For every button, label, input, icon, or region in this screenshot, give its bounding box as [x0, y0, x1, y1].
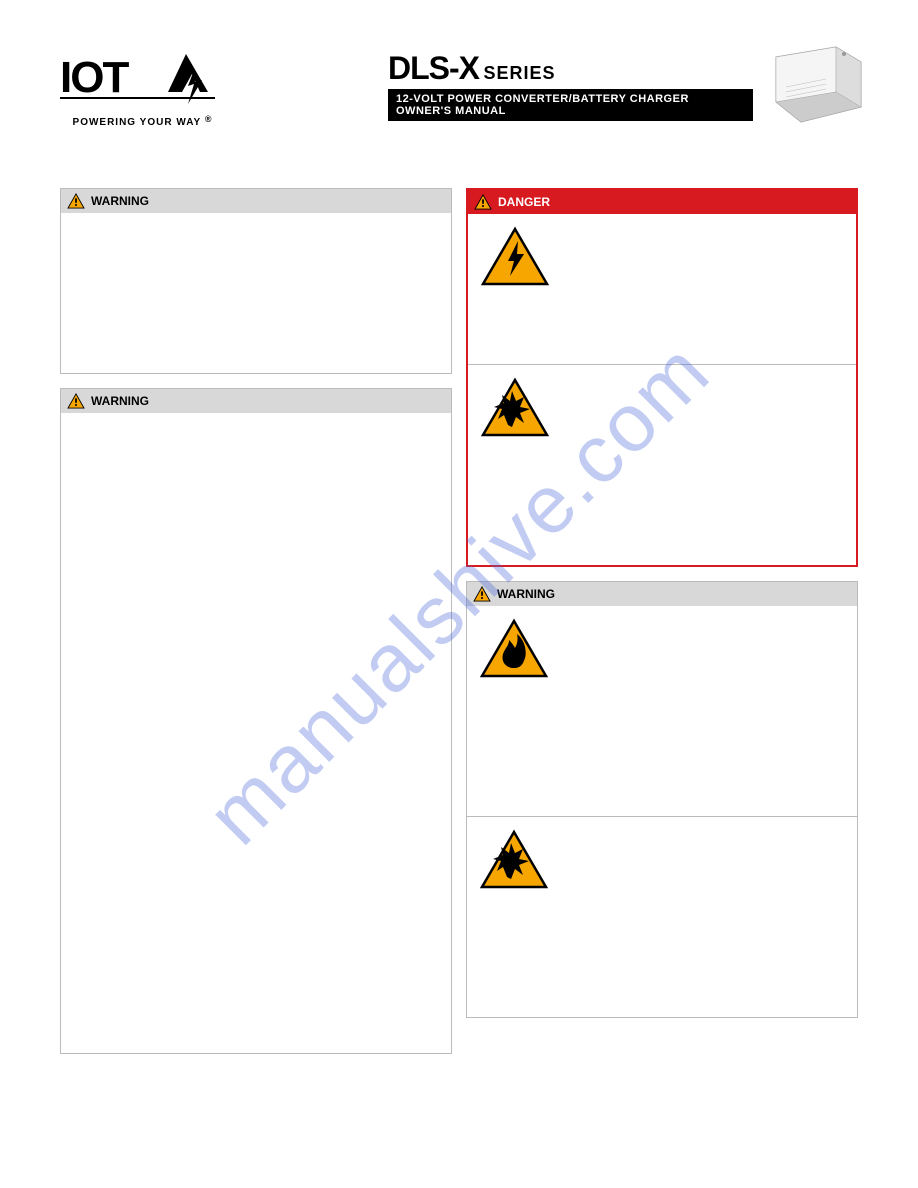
- danger-box: DANGER: [466, 188, 858, 567]
- danger-box-header: DANGER: [468, 190, 856, 214]
- danger-box-label: DANGER: [498, 195, 550, 209]
- product-title: DLS-X: [388, 50, 479, 86]
- alert-triangle-icon: [473, 586, 491, 602]
- alert-triangle-icon: [67, 193, 85, 209]
- product-series: SERIES: [483, 63, 555, 83]
- iota-logo-icon: IOT: [60, 50, 225, 110]
- warning-box-1-header: WARNING: [61, 189, 451, 213]
- document-header: IOT POWERING YOUR WAY ® DLS-X SERIES 12-…: [60, 50, 858, 128]
- subtitle-line-2: OWNER'S MANUAL: [396, 105, 745, 117]
- electric-shock-hazard-icon: [480, 226, 550, 288]
- subtitle-bar: 12-VOLT POWER CONVERTER/BATTERY CHARGER …: [388, 89, 753, 121]
- svg-text:IOT: IOT: [60, 53, 129, 102]
- right-column: DANGER: [466, 188, 858, 1054]
- warning-box-2-label: WARNING: [91, 394, 149, 408]
- left-column: WARNING WARNING: [60, 188, 452, 1054]
- page-container: manualshive.com IOT POWERING YOUR WAY ® …: [0, 0, 918, 1188]
- product-title-block: DLS-X SERIES 12-VOLT POWER CONVERTER/BAT…: [388, 50, 858, 121]
- explosion-hazard-icon: [479, 829, 549, 891]
- brand-tagline: POWERING YOUR WAY: [73, 117, 202, 128]
- warning-box-2-body: [61, 413, 451, 1053]
- subtitle-line-1: 12-VOLT POWER CONVERTER/BATTERY CHARGER: [396, 93, 745, 105]
- alert-triangle-icon: [67, 393, 85, 409]
- warning-explosion-section: [467, 817, 857, 1017]
- warning-fire-section: [467, 606, 857, 816]
- content-columns: WARNING WARNING: [60, 188, 858, 1054]
- device-illustration-icon: [766, 42, 866, 127]
- warning-box-1: WARNING: [60, 188, 452, 374]
- danger-explosion-section: [468, 365, 856, 565]
- warning-box-1-body: [61, 213, 451, 373]
- warning-box-2-header: WARNING: [61, 389, 451, 413]
- explosion-hazard-icon: [480, 377, 550, 439]
- danger-electric-section: [468, 214, 856, 364]
- fire-hazard-icon: [479, 618, 549, 680]
- brand-logo-block: IOT POWERING YOUR WAY ®: [60, 50, 225, 128]
- warning-box-2: WARNING: [60, 388, 452, 1054]
- registered-mark-icon: ®: [205, 114, 213, 124]
- warning-box-3-label: WARNING: [497, 587, 555, 601]
- warning-box-3: WARNING: [466, 581, 858, 1018]
- warning-box-3-header: WARNING: [467, 582, 857, 606]
- warning-box-1-label: WARNING: [91, 194, 149, 208]
- alert-triangle-icon: [474, 194, 492, 210]
